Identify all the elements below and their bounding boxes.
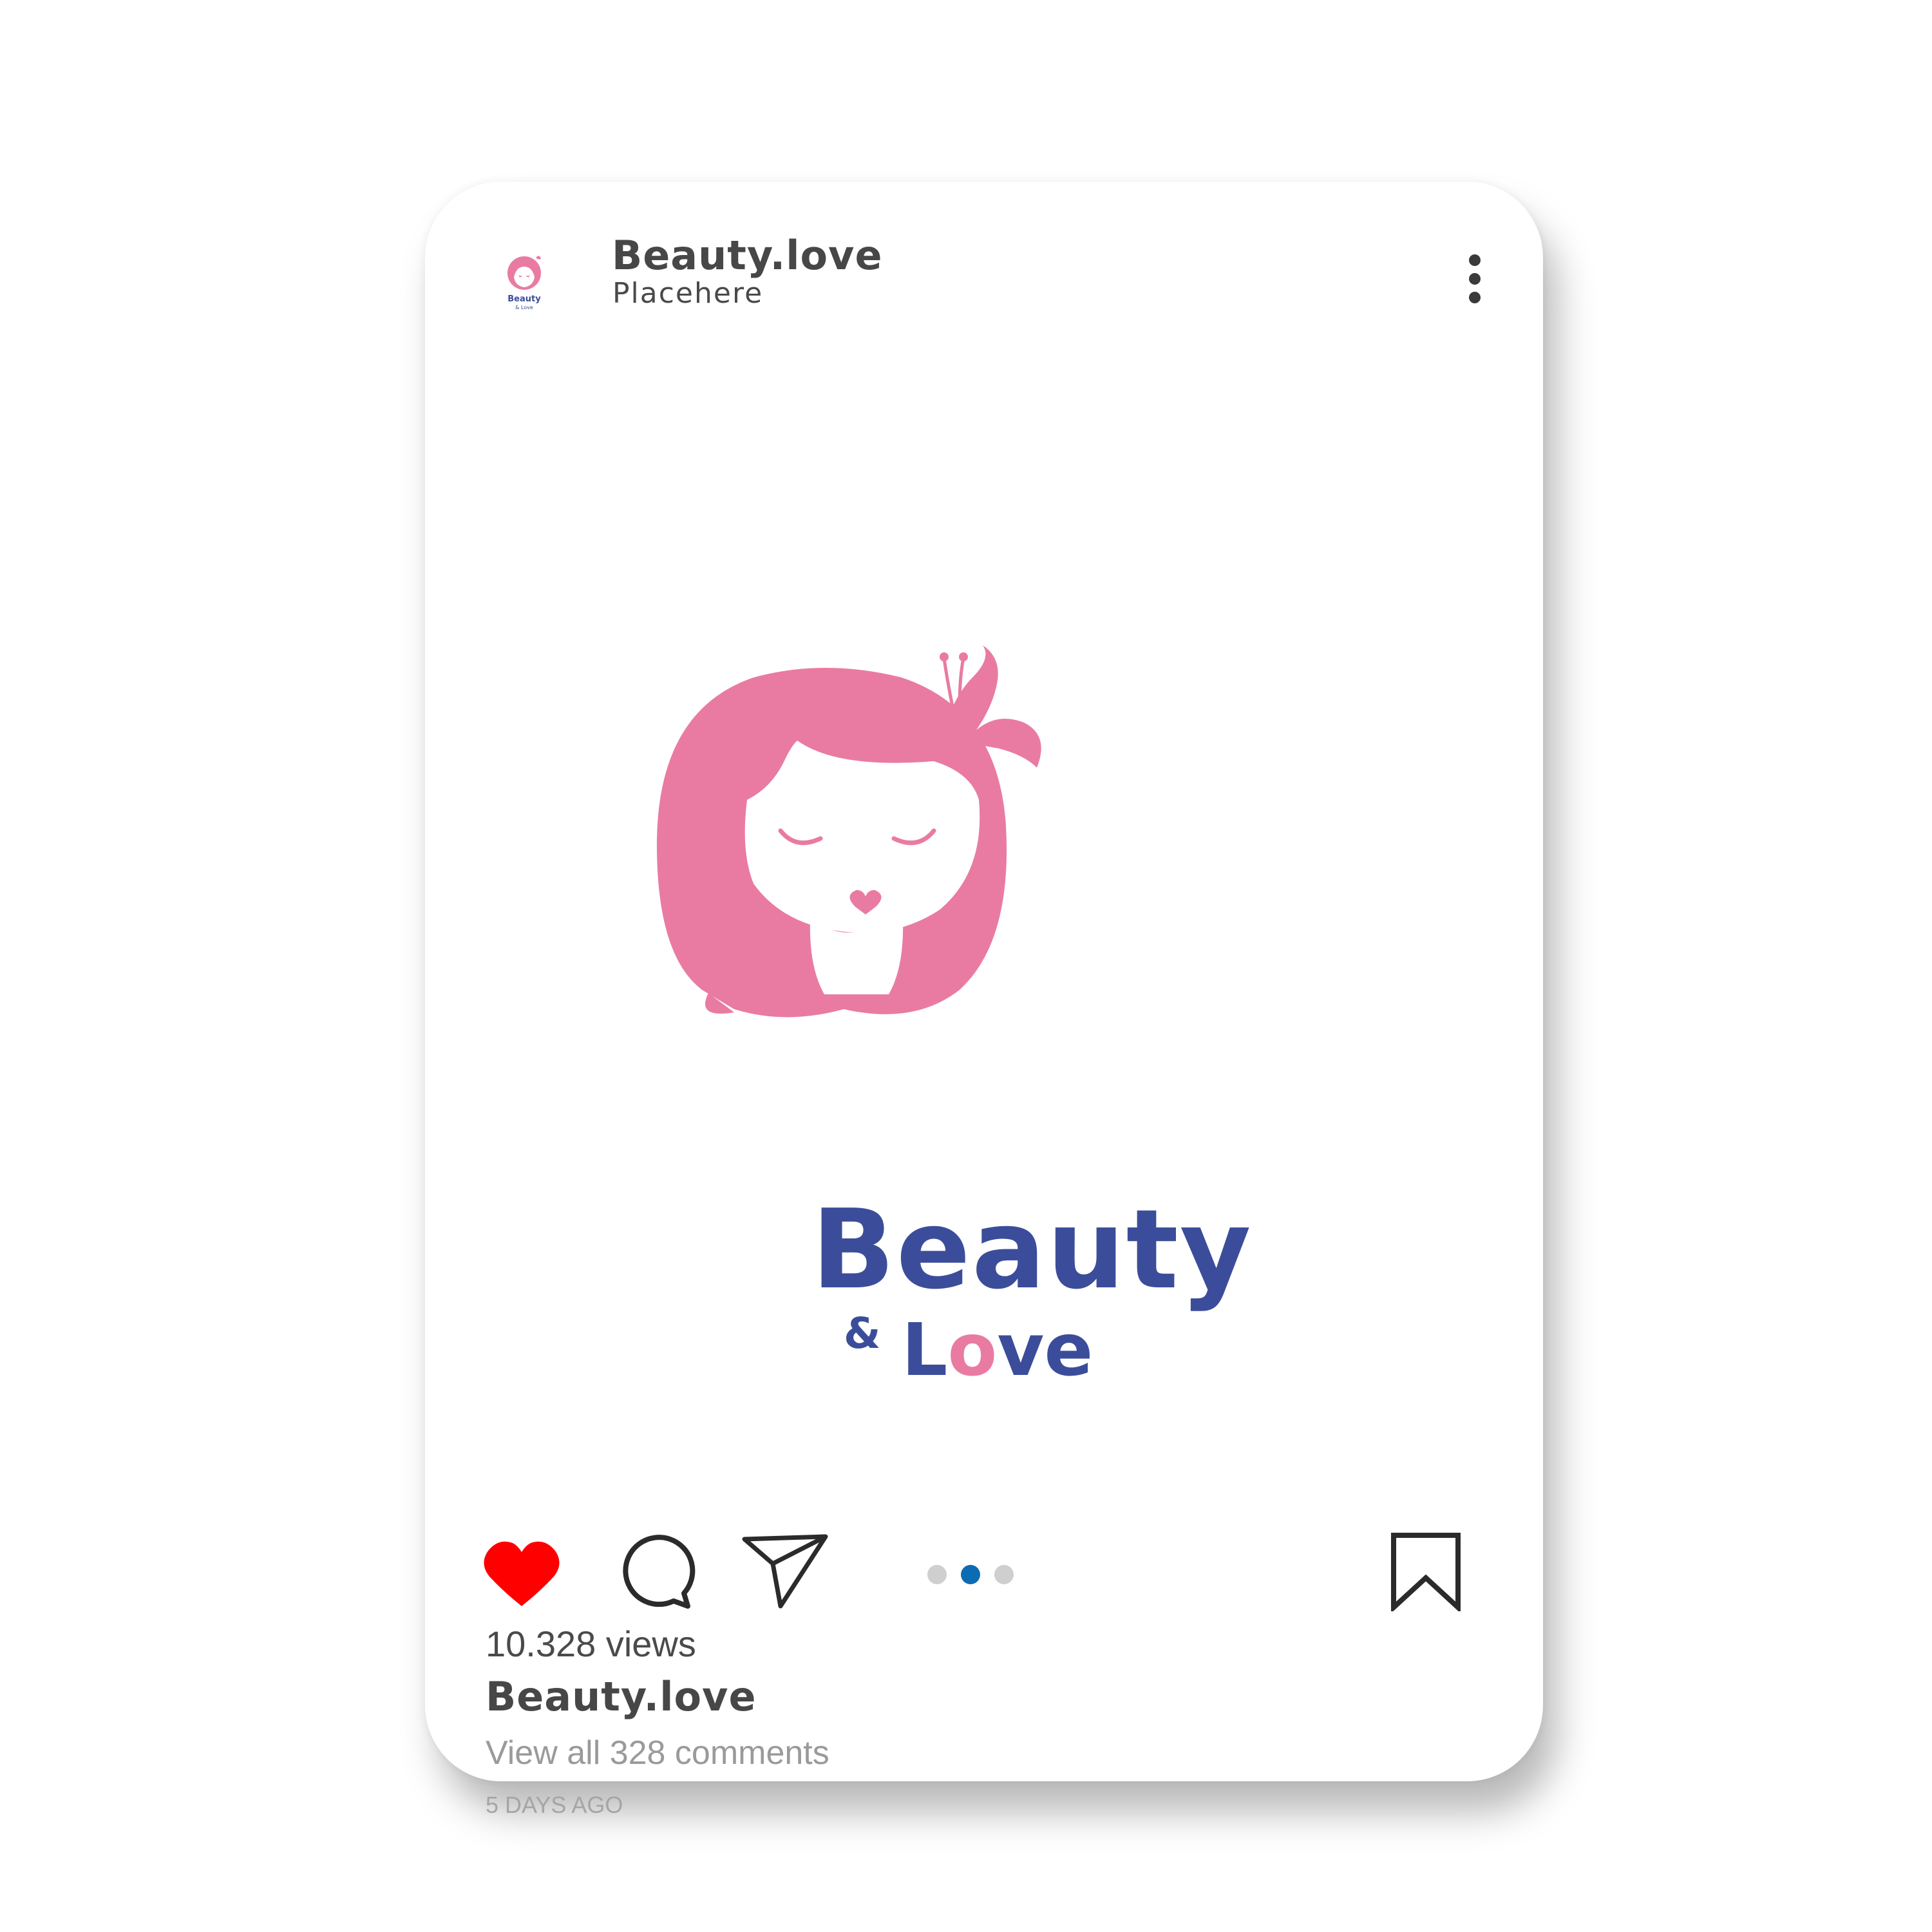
heart-icon bbox=[484, 1541, 560, 1606]
profile-avatar[interactable]: Beauty & Love bbox=[491, 238, 568, 316]
brand-logo-avatar-icon: Beauty & Love bbox=[507, 256, 541, 310]
svg-text:& Love: & Love bbox=[515, 305, 533, 310]
carousel-dot-active[interactable] bbox=[961, 1565, 980, 1584]
more-vertical-icon bbox=[1469, 254, 1481, 303]
logo-love-rest: ve bbox=[997, 1309, 1094, 1392]
share-button[interactable] bbox=[741, 1530, 831, 1610]
comment-bubble-icon bbox=[623, 1535, 696, 1609]
more-options-button[interactable] bbox=[1462, 250, 1488, 308]
post-location[interactable]: Placehere bbox=[612, 277, 763, 310]
svg-text:Beauty: Beauty bbox=[507, 294, 541, 304]
caption-username[interactable]: Beauty.love bbox=[486, 1673, 757, 1720]
logo-love-l: L bbox=[902, 1309, 948, 1392]
post-timestamp: 5 DAYS AGO bbox=[486, 1792, 623, 1818]
canvas: Beauty & Love Beauty.love Placehere Beau… bbox=[0, 0, 1932, 1932]
bookmark-button[interactable] bbox=[1390, 1531, 1462, 1614]
carousel-dot[interactable] bbox=[994, 1565, 1014, 1584]
view-all-comments-link[interactable]: View all 328 comments bbox=[486, 1734, 829, 1772]
paper-plane-icon bbox=[742, 1534, 828, 1609]
carousel-indicator bbox=[927, 1565, 1014, 1586]
like-button[interactable] bbox=[480, 1537, 563, 1609]
post-image[interactable]: Beauty & Love bbox=[425, 375, 1543, 1470]
logo-wordmark-beauty: Beauty bbox=[811, 1186, 1253, 1314]
view-count: 10.328 views bbox=[486, 1624, 696, 1664]
logo-love-heart-o: o bbox=[947, 1309, 998, 1392]
logo-ampersand: & bbox=[844, 1309, 881, 1358]
instagram-post-card: Beauty & Love Beauty.love Placehere Beau… bbox=[425, 182, 1543, 1818]
bookmark-icon bbox=[1391, 1533, 1461, 1614]
logo-wordmark-love: Love bbox=[902, 1309, 1093, 1392]
post-username[interactable]: Beauty.love bbox=[612, 232, 883, 279]
comment-button[interactable] bbox=[617, 1531, 697, 1611]
carousel-dot[interactable] bbox=[927, 1565, 947, 1584]
